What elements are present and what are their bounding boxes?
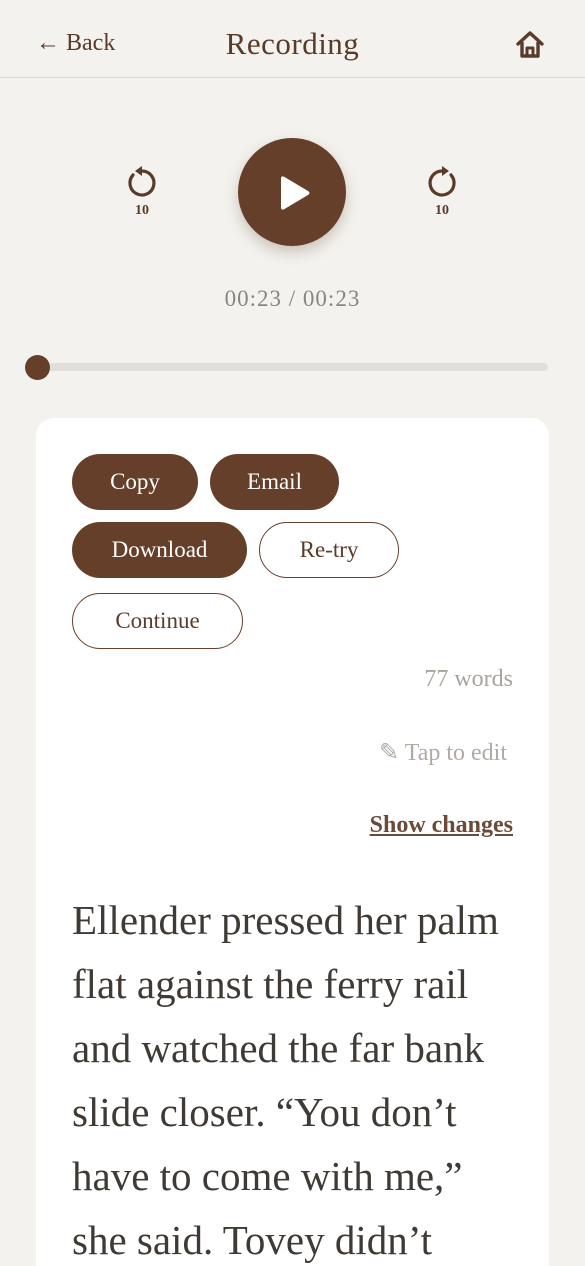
copy-button[interactable]: Copy — [72, 454, 198, 510]
home-icon — [516, 31, 544, 58]
play-icon — [281, 176, 310, 210]
word-count: 77 words — [424, 666, 513, 692]
progress-thumb[interactable] — [25, 355, 50, 380]
top-bar: ← Back Recording — [0, 0, 585, 78]
time-readout: 00:23 / 00:23 — [224, 286, 361, 311]
play-button[interactable] — [238, 138, 346, 246]
progress-track[interactable] — [38, 363, 548, 371]
continue-label: Continue — [115, 608, 200, 633]
forward-10-button[interactable]: 10 — [422, 163, 462, 223]
retry-label: Re-try — [299, 537, 359, 562]
rewind-10-button[interactable]: 10 — [122, 163, 162, 223]
rewind-icon — [128, 166, 156, 197]
transcript-card: Copy Email Download Re-try Continue 77 w… — [36, 418, 549, 1266]
forward-icon — [428, 166, 456, 197]
copy-label: Copy — [110, 469, 160, 494]
email-button[interactable]: Email — [210, 454, 339, 510]
page-title: Recording — [225, 26, 360, 61]
show-changes-link[interactable]: Show changes — [370, 812, 513, 839]
transcript-text[interactable]: Ellender pressed her palm flat against t… — [72, 888, 522, 1266]
email-label: Email — [247, 469, 302, 494]
retry-button[interactable]: Re-try — [259, 522, 399, 578]
rewind-label: 10 — [135, 203, 149, 218]
playback-controls: 10 10 — [0, 135, 585, 255]
continue-button[interactable]: Continue — [72, 593, 243, 649]
download-button[interactable]: Download — [72, 522, 247, 578]
tap-to-edit-hint[interactable]: ✎ Tap to edit — [379, 738, 507, 767]
forward-label: 10 — [435, 203, 449, 218]
download-label: Download — [111, 537, 208, 562]
home-button[interactable] — [513, 28, 547, 62]
